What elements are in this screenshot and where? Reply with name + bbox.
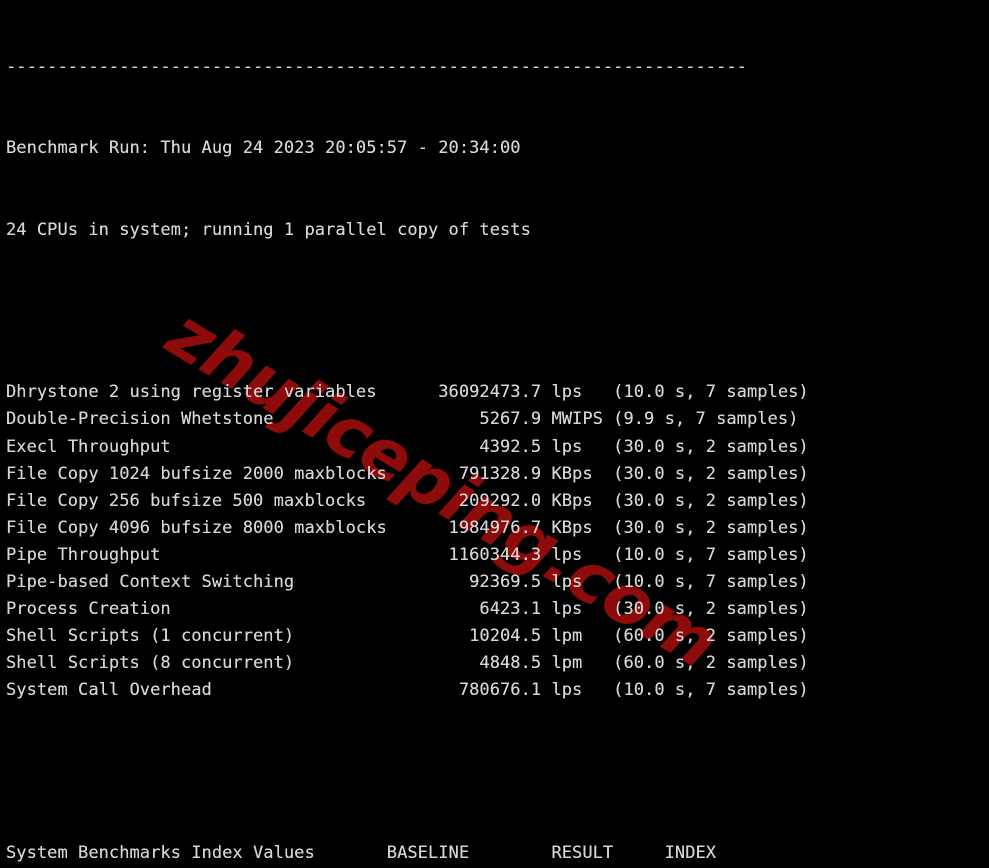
raw-result-row: Dhrystone 2 using register variables 360…	[6, 382, 809, 403]
terminal-window: zhujiceping.com ------------------------…	[0, 0, 989, 868]
top-separator-rule: ----------------------------------------…	[6, 57, 747, 78]
terminal-output: ----------------------------------------…	[0, 0, 989, 868]
blank-line-1	[6, 298, 989, 325]
raw-result-row: Process Creation 6423.1 lps (30.0 s, 2 s…	[6, 599, 809, 620]
raw-result-row: System Call Overhead 780676.1 lps (10.0 …	[6, 680, 809, 701]
raw-result-row: Double-Precision Whetstone 5267.9 MWIPS …	[6, 409, 799, 430]
raw-result-row: Pipe Throughput 1160344.3 lps (10.0 s, 7…	[6, 544, 809, 565]
raw-result-row: File Copy 4096 bufsize 8000 maxblocks 19…	[6, 517, 809, 538]
raw-result-row: Execl Throughput 4392.5 lps (30.0 s, 2 s…	[6, 436, 809, 457]
raw-result-row: Shell Scripts (8 concurrent) 4848.5 lpm …	[6, 653, 809, 674]
raw-results-block: Dhrystone 2 using register variables 360…	[6, 379, 989, 704]
raw-result-row: File Copy 256 bufsize 500 maxblocks 2092…	[6, 490, 809, 511]
raw-result-row: File Copy 1024 bufsize 2000 maxblocks 79…	[6, 463, 809, 484]
blank-line-2	[6, 759, 989, 786]
cpu-info-line: 24 CPUs in system; running 1 parallel co…	[6, 219, 531, 240]
raw-result-row: Shell Scripts (1 concurrent) 10204.5 lpm…	[6, 626, 809, 647]
raw-result-row: Pipe-based Context Switching 92369.5 lps…	[6, 571, 809, 592]
benchmark-run-line: Benchmark Run: Thu Aug 24 2023 20:05:57 …	[6, 138, 521, 159]
index-table-header: System Benchmarks Index Values BASELINE …	[6, 842, 717, 863]
